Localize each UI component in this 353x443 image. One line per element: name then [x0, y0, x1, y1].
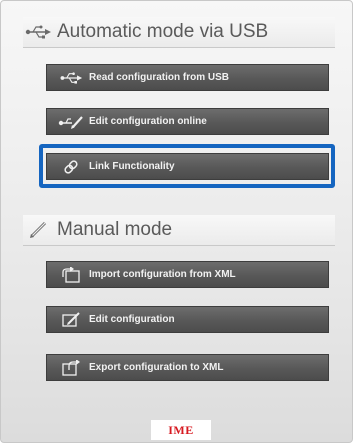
button-label: Edit configuration online: [89, 116, 207, 127]
section-header-manual: Manual mode: [23, 215, 335, 246]
section-header-usb: Automatic mode via USB: [23, 17, 335, 48]
usb-icon: [55, 68, 87, 88]
read-configuration-from-usb-button[interactable]: Read configuration from USB: [46, 64, 329, 91]
button-label: Import configuration from XML: [89, 269, 236, 280]
usb-pencil-icon: [55, 112, 87, 132]
import-configuration-from-xml-button[interactable]: Import configuration from XML: [46, 261, 329, 288]
export-configuration-to-xml-button[interactable]: Export configuration to XML: [46, 354, 329, 381]
edit-configuration-button[interactable]: Edit configuration: [46, 306, 329, 333]
section-title-manual: Manual mode: [57, 219, 173, 240]
edit-configuration-online-button[interactable]: Edit configuration online: [46, 108, 329, 135]
pencil-icon: [23, 219, 53, 241]
button-label: Read configuration from USB: [89, 72, 230, 83]
button-label: Edit configuration: [89, 314, 175, 325]
edit-icon: [55, 310, 87, 330]
button-label: Export configuration to XML: [89, 362, 224, 373]
import-icon: [55, 265, 87, 285]
configuration-panel: Automatic mode via USB Read configuratio…: [0, 0, 353, 443]
section-title-usb: Automatic mode via USB: [57, 21, 269, 42]
link-functionality-highlight: [39, 144, 335, 188]
ime-logo: IME: [151, 420, 211, 440]
export-icon: [55, 358, 87, 378]
usb-icon: [23, 21, 53, 43]
